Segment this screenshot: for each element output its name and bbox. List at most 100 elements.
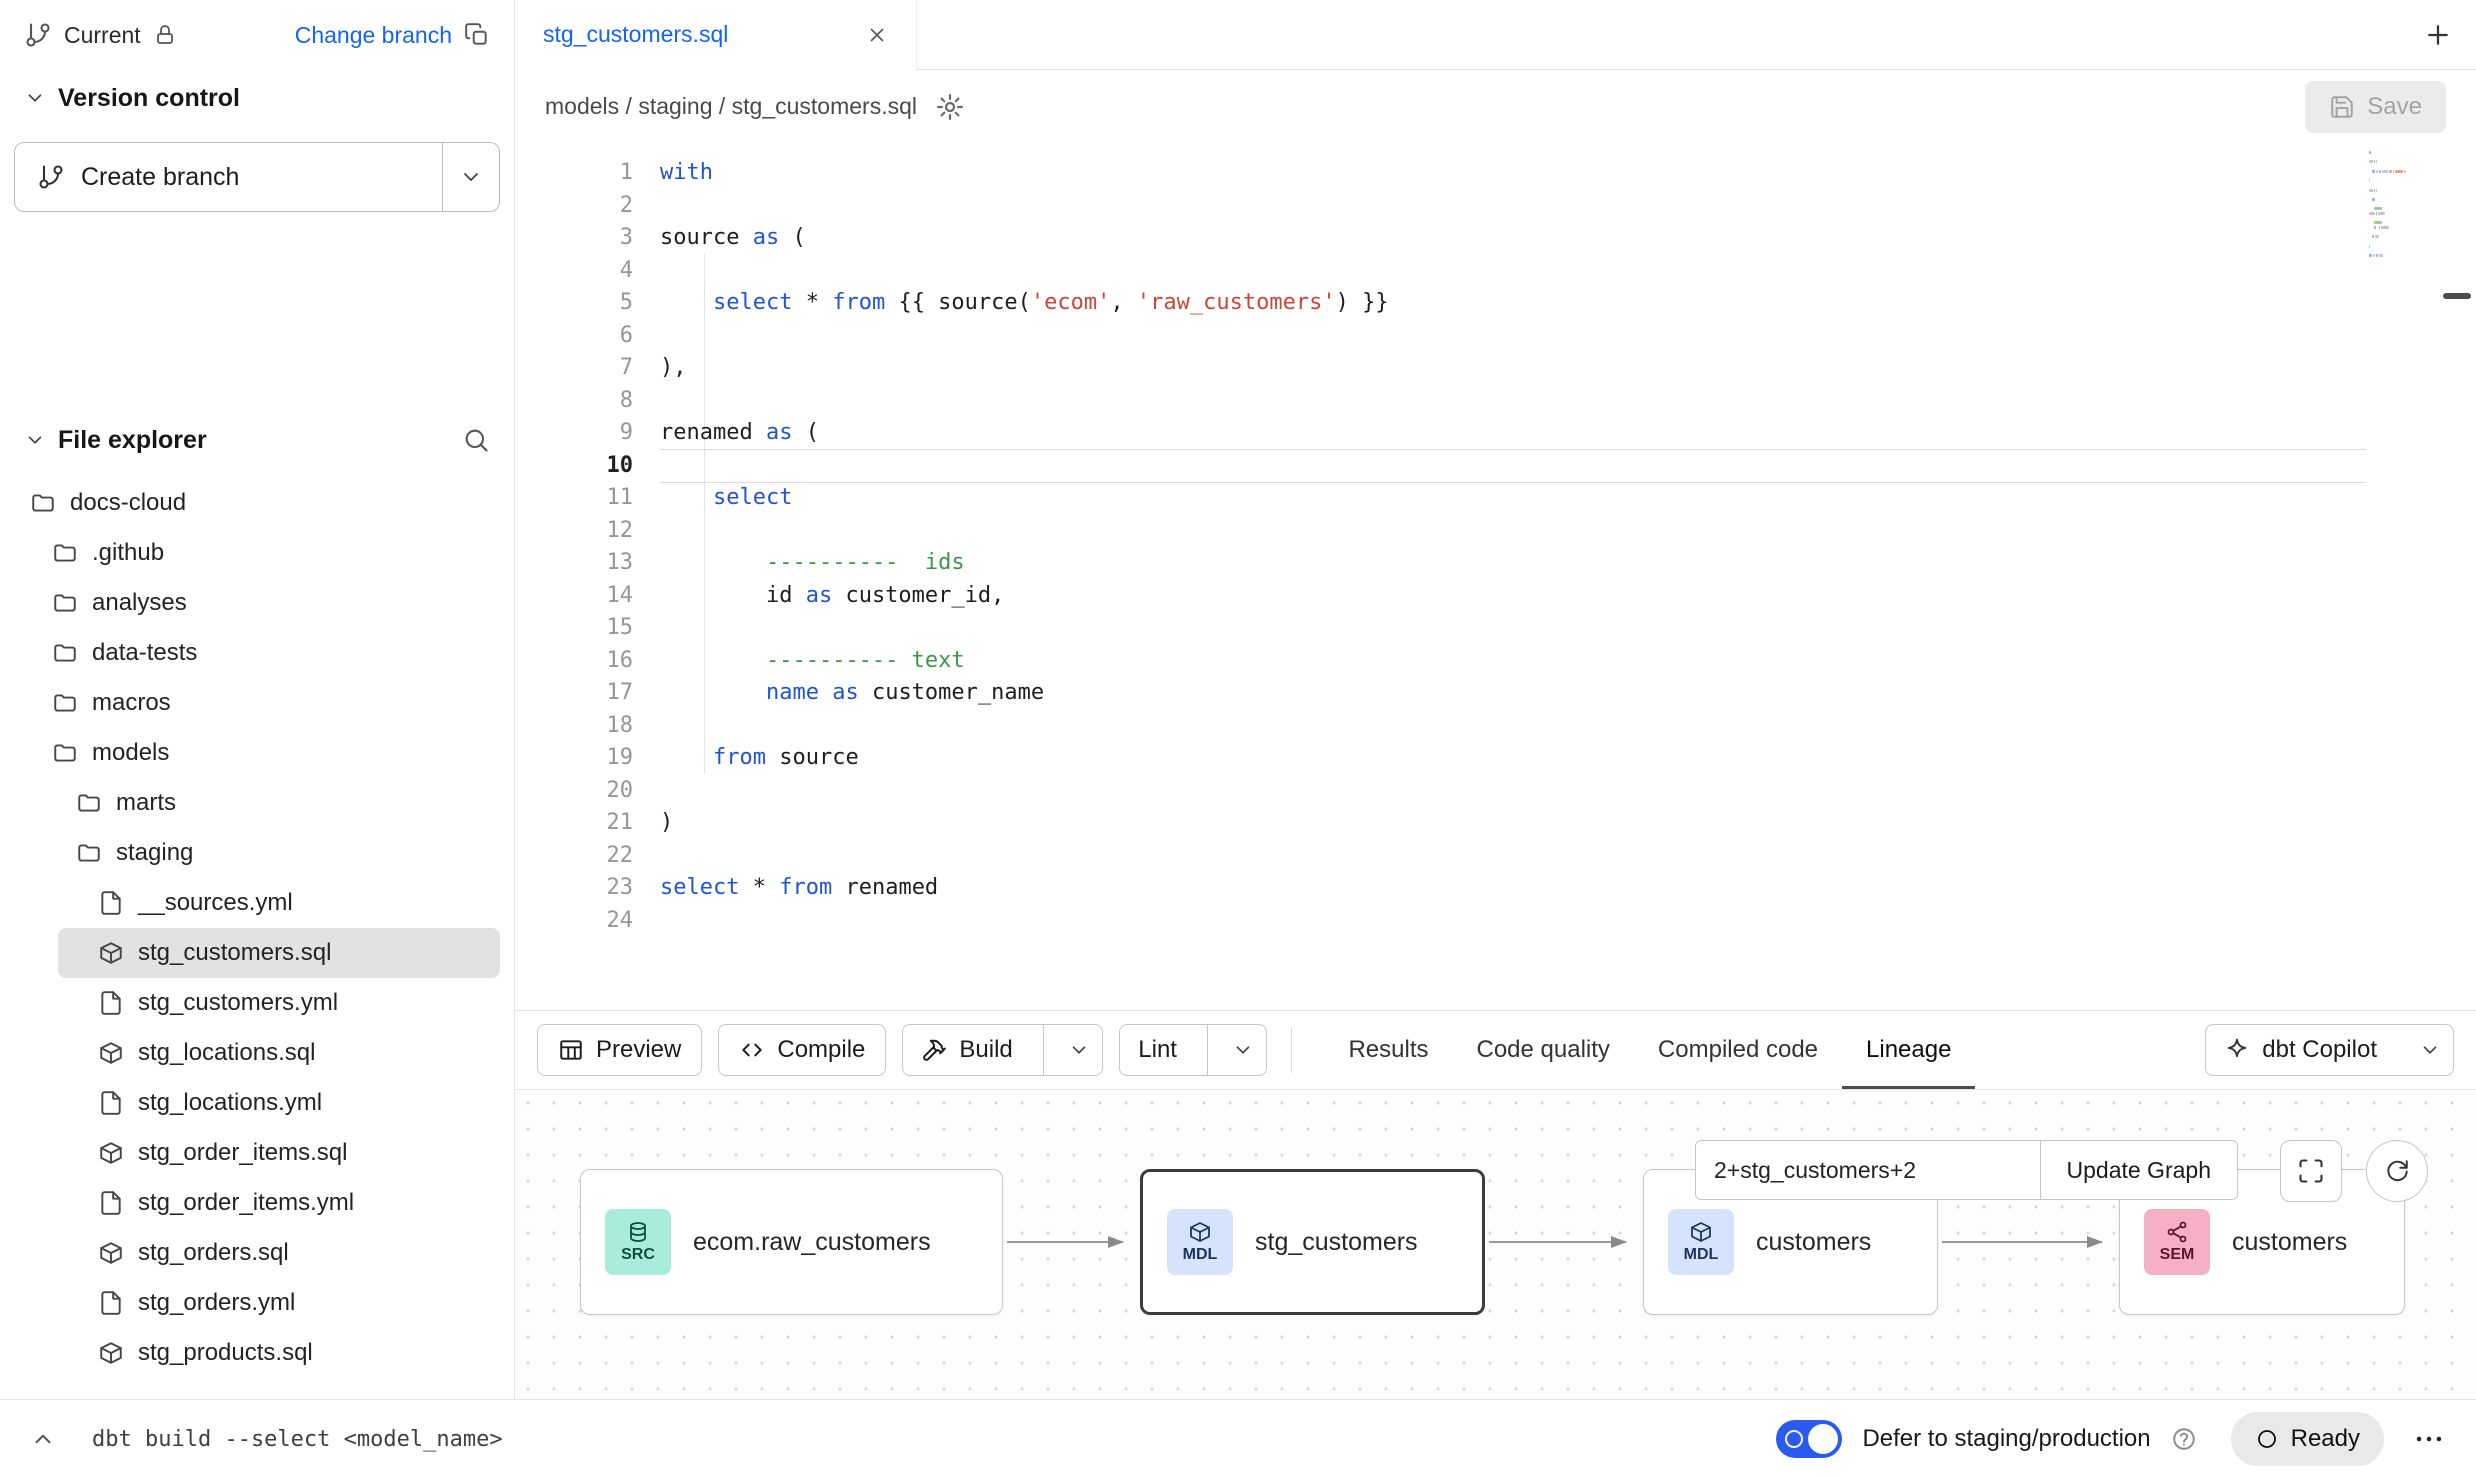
line-number: 17 — [515, 677, 660, 710]
line-content: ) — [660, 807, 673, 840]
tree-item-label: marts — [116, 789, 176, 817]
lineage-canvas[interactable]: SRC ecom.raw_customers MDL stg_customers… — [515, 1089, 2476, 1399]
tree-item-macros[interactable]: macros — [0, 678, 514, 728]
preview-button[interactable]: Preview — [537, 1024, 702, 1076]
code-line-20[interactable]: 20 — [515, 775, 2476, 808]
new-tab-button[interactable] — [2400, 0, 2476, 69]
code-line-11[interactable]: 11 select — [515, 482, 2476, 515]
tab-compiled-code[interactable]: Compiled code — [1634, 1011, 1842, 1089]
folder-icon — [76, 840, 102, 866]
breadcrumb-row: models / staging / stg_customers.sql Sav… — [515, 70, 2476, 143]
copy-icon[interactable] — [464, 22, 490, 48]
code-line-23[interactable]: 23select * from renamed — [515, 872, 2476, 905]
tab-lineage[interactable]: Lineage — [1842, 1011, 1975, 1089]
code-line-16[interactable]: 16 ---------- text — [515, 645, 2476, 678]
scrollbar-thumb[interactable] — [2443, 293, 2471, 299]
tab-code-quality[interactable]: Code quality — [1453, 1011, 1634, 1089]
command-text[interactable]: dbt build --select <model_name> — [92, 1427, 503, 1452]
build-dropdown[interactable] — [1056, 1025, 1102, 1075]
tree-item-stg-order-items-sql[interactable]: stg_order_items.sql — [0, 1128, 514, 1178]
line-number: 14 — [515, 580, 660, 613]
lineage-selector-input[interactable] — [1695, 1140, 2041, 1200]
code-line-9[interactable]: 9renamed as ( — [515, 417, 2476, 450]
code-line-15[interactable]: 15 — [515, 612, 2476, 645]
code-editor[interactable]: 1with23source as (45 select * from {{ so… — [515, 143, 2476, 1010]
tree-item-data-tests[interactable]: data-tests — [0, 628, 514, 678]
preview-label: Preview — [596, 1036, 681, 1064]
code-line-2[interactable]: 2 — [515, 190, 2476, 223]
tree-item-stg-orders-yml[interactable]: stg_orders.yml — [0, 1278, 514, 1328]
line-content: renamed as ( — [660, 417, 819, 450]
lint-button[interactable]: Lint — [1119, 1024, 1267, 1076]
code-line-5[interactable]: 5 select * from {{ source('ecom', 'raw_c… — [515, 287, 2476, 320]
tree-item-models[interactable]: models — [0, 728, 514, 778]
code-line-4[interactable]: 4 — [515, 255, 2476, 288]
tree-item-marts[interactable]: marts — [0, 778, 514, 828]
tree-item-stg-products-sql[interactable]: stg_products.sql — [0, 1328, 514, 1378]
close-icon[interactable] — [866, 24, 888, 46]
file-settings-icon[interactable] — [935, 92, 965, 122]
tree-item--sources-yml[interactable]: __sources.yml — [0, 878, 514, 928]
build-button[interactable]: Build — [902, 1024, 1103, 1076]
tree-item-docs-cloud[interactable]: docs-cloud — [0, 478, 514, 528]
lint-dropdown[interactable] — [1220, 1025, 1266, 1075]
lineage-node-stg-customers[interactable]: MDL stg_customers — [1140, 1169, 1485, 1315]
defer-toggle[interactable] — [1776, 1420, 1842, 1458]
code-line-3[interactable]: 3source as ( — [515, 222, 2476, 255]
tree-item-stg-customers-sql[interactable]: stg_customers.sql — [58, 928, 500, 978]
line-number: 12 — [515, 515, 660, 548]
cube-icon — [98, 1040, 124, 1066]
code-line-1[interactable]: 1with — [515, 157, 2476, 190]
code-line-18[interactable]: 18 — [515, 710, 2476, 743]
code-line-8[interactable]: 8 — [515, 385, 2476, 418]
code-line-7[interactable]: 7), — [515, 352, 2476, 385]
ready-status-button[interactable]: Ready — [2231, 1412, 2384, 1466]
chevron-up-icon[interactable] — [30, 1426, 56, 1452]
search-icon[interactable] — [462, 426, 490, 454]
fullscreen-button[interactable] — [2280, 1140, 2342, 1202]
node-label: stg_customers — [1255, 1228, 1418, 1257]
update-graph-button[interactable]: Update Graph — [2040, 1140, 2238, 1200]
dbt-copilot-button[interactable]: dbt Copilot — [2205, 1024, 2454, 1076]
tree-item-stg-locations-yml[interactable]: stg_locations.yml — [0, 1078, 514, 1128]
code-line-17[interactable]: 17 name as customer_name — [515, 677, 2476, 710]
save-button[interactable]: Save — [2305, 81, 2446, 133]
code-line-19[interactable]: 19 from source — [515, 742, 2476, 775]
build-label: Build — [959, 1036, 1012, 1064]
tab-results[interactable]: Results — [1324, 1011, 1452, 1089]
tree-item-analyses[interactable]: analyses — [0, 578, 514, 628]
lineage-node-source[interactable]: SRC ecom.raw_customers — [580, 1169, 1003, 1315]
compile-button[interactable]: Compile — [718, 1024, 886, 1076]
line-content: from source — [660, 742, 859, 775]
code-line-10[interactable]: 10 — [515, 450, 2476, 483]
tab-stg-customers-sql[interactable]: stg_customers.sql — [515, 0, 917, 69]
line-number: 10 — [515, 450, 660, 483]
code-line-12[interactable]: 12 — [515, 515, 2476, 548]
code-line-13[interactable]: 13 ---------- ids — [515, 547, 2476, 580]
code-line-14[interactable]: 14 id as customer_id, — [515, 580, 2476, 613]
minimap[interactable] — [2369, 151, 2421, 264]
model-badge: MDL — [1167, 1209, 1233, 1275]
create-branch-dropdown[interactable] — [443, 143, 499, 211]
git-branch-icon — [24, 21, 52, 49]
code-line-24[interactable]: 24 — [515, 905, 2476, 938]
tree-item--github[interactable]: .github — [0, 528, 514, 578]
code-line-6[interactable]: 6 — [515, 320, 2476, 353]
create-branch-button[interactable]: Create branch — [14, 142, 500, 212]
code-line-22[interactable]: 22 — [515, 840, 2476, 873]
tree-item-staging[interactable]: staging — [0, 828, 514, 878]
tree-item-stg-locations-sql[interactable]: stg_locations.sql — [0, 1028, 514, 1078]
help-icon[interactable] — [2171, 1426, 2197, 1452]
change-branch-link[interactable]: Change branch — [295, 22, 452, 49]
code-line-21[interactable]: 21) — [515, 807, 2476, 840]
file-explorer-header[interactable]: File explorer — [0, 412, 514, 468]
tree-item-stg-customers-yml[interactable]: stg_customers.yml — [0, 978, 514, 1028]
tree-item-stg-order-items-yml[interactable]: stg_order_items.yml — [0, 1178, 514, 1228]
refresh-button[interactable] — [2366, 1140, 2428, 1202]
more-options-button[interactable] — [2412, 1422, 2446, 1456]
lineage-selector-group: Update Graph — [1695, 1140, 2238, 1200]
tree-item-label: .github — [92, 539, 164, 567]
tree-item-stg-orders-sql[interactable]: stg_orders.sql — [0, 1228, 514, 1278]
version-control-header[interactable]: Version control — [0, 70, 514, 126]
copilot-dropdown[interactable] — [2407, 1025, 2453, 1075]
